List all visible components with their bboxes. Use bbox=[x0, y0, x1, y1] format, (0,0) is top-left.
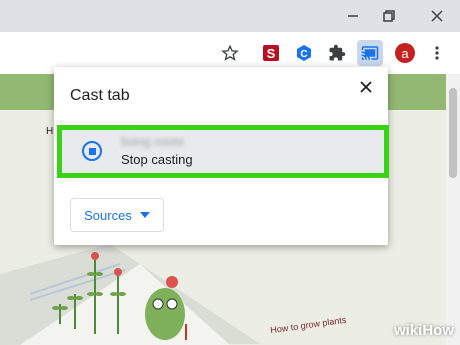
close-icon[interactable] bbox=[356, 77, 376, 97]
window-titlebar bbox=[0, 0, 460, 32]
dialog-title: Cast tab bbox=[70, 87, 130, 104]
extensions-puzzle-icon[interactable] bbox=[325, 41, 349, 65]
book-illustration bbox=[0, 244, 260, 345]
extension-s-icon[interactable]: S bbox=[259, 41, 283, 65]
extension-c-icon[interactable]: C bbox=[292, 41, 316, 65]
more-vert-icon[interactable] bbox=[425, 41, 449, 65]
page-text-fragment: H bbox=[46, 126, 54, 137]
stop-casting-icon[interactable] bbox=[82, 141, 102, 161]
chevron-down-icon bbox=[139, 212, 150, 218]
cast-device-row[interactable]: living room Stop casting bbox=[57, 125, 389, 178]
svg-text:S: S bbox=[267, 46, 276, 61]
device-status: Stop casting bbox=[121, 152, 193, 167]
svg-text:C: C bbox=[300, 49, 307, 60]
scrollbar-thumb[interactable] bbox=[449, 88, 457, 178]
wikihow-watermark: wikiHow bbox=[393, 322, 454, 339]
avatar-letter: a bbox=[395, 43, 415, 63]
restore-icon[interactable] bbox=[378, 6, 400, 26]
bookmark-star-icon[interactable] bbox=[218, 41, 242, 65]
avatar[interactable]: a bbox=[393, 41, 417, 65]
close-icon[interactable] bbox=[426, 6, 448, 26]
sources-label: Sources bbox=[84, 207, 132, 223]
device-name: living room bbox=[121, 134, 184, 149]
minimize-icon[interactable] bbox=[342, 6, 364, 26]
sources-button[interactable]: Sources bbox=[70, 198, 164, 232]
cast-dialog: Cast tab living room Stop casting Source… bbox=[54, 67, 389, 245]
cast-icon[interactable] bbox=[357, 40, 383, 66]
